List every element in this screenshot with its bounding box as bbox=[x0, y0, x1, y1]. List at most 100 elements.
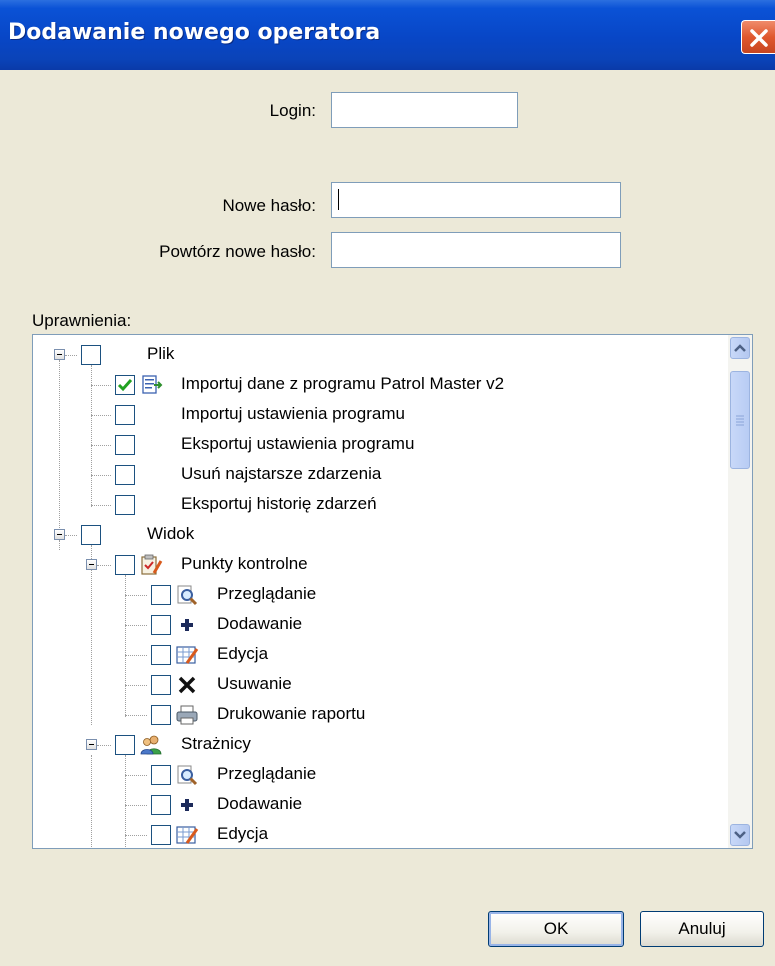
text-caret bbox=[338, 189, 339, 210]
checkbox[interactable] bbox=[151, 795, 171, 815]
tree-line bbox=[91, 415, 111, 416]
close-icon bbox=[750, 29, 768, 47]
printer-icon bbox=[175, 703, 199, 727]
tree-node-cp-delete[interactable]: Usuwanie bbox=[33, 671, 728, 701]
tree-node-guards[interactable]: Strażnicy bbox=[33, 731, 728, 761]
tree-line bbox=[125, 595, 147, 596]
repeat-password-label: Powtórz nowe hasło: bbox=[159, 242, 316, 261]
checkbox[interactable] bbox=[115, 465, 135, 485]
tree-line bbox=[91, 475, 111, 476]
collapse-toggle-icon[interactable] bbox=[54, 349, 65, 360]
login-label: Login: bbox=[269, 101, 316, 120]
checkbox[interactable] bbox=[115, 435, 135, 455]
title-bar: Dodawanie nowego operatora bbox=[0, 0, 775, 70]
tree-node-delete-oldest[interactable]: Usuń najstarsze zdarzenia bbox=[33, 461, 728, 491]
permissions-tree[interactable]: Plik Importuj dane z programu Patrol Mas… bbox=[32, 334, 753, 849]
collapse-toggle-icon[interactable] bbox=[54, 529, 65, 540]
vertical-scrollbar[interactable] bbox=[728, 335, 752, 848]
edit-grid-icon bbox=[175, 823, 199, 847]
tree-node-guards-edit[interactable]: Edycja bbox=[33, 821, 728, 848]
magnifier-icon bbox=[175, 763, 199, 787]
permissions-label: Uprawnienia: bbox=[32, 311, 132, 330]
tree-node-export-history[interactable]: Eksportuj historię zdarzeń bbox=[33, 491, 728, 521]
tree-node-label: Eksportuj historię zdarzeń bbox=[181, 494, 377, 513]
tree-node-label: Plik bbox=[147, 344, 175, 363]
tree-node-label: Importuj ustawienia programu bbox=[181, 404, 405, 423]
delete-x-icon bbox=[175, 673, 199, 697]
tree-node-label: Edycja bbox=[217, 824, 269, 843]
tree-node-cp-edit[interactable]: Edycja bbox=[33, 641, 728, 671]
tree-node-guards-view[interactable]: Przeglądanie bbox=[33, 761, 728, 791]
plus-icon bbox=[175, 613, 199, 637]
new-password-input[interactable] bbox=[331, 182, 621, 218]
tree-line bbox=[97, 565, 111, 566]
checkbox[interactable] bbox=[151, 675, 171, 695]
tree-node-label: Dodawanie bbox=[217, 614, 303, 633]
checkbox[interactable] bbox=[151, 765, 171, 785]
tree-line bbox=[65, 355, 77, 356]
ok-button[interactable]: OK bbox=[488, 911, 624, 947]
tree-node-cp-print[interactable]: Drukowanie raportu bbox=[33, 701, 728, 731]
tree-node-label: Usuń najstarsze zdarzenia bbox=[181, 464, 382, 483]
checkbox[interactable] bbox=[151, 645, 171, 665]
tree-node-export-settings[interactable]: Eksportuj ustawienia programu bbox=[33, 431, 728, 461]
tree-line bbox=[65, 535, 77, 536]
tree-node-label: Drukowanie raportu bbox=[217, 704, 366, 723]
checkbox[interactable] bbox=[151, 705, 171, 725]
checklist-icon bbox=[139, 553, 163, 577]
tree-node-label: Przeglądanie bbox=[217, 584, 317, 603]
tree-line bbox=[125, 775, 147, 776]
checkbox[interactable] bbox=[115, 555, 135, 575]
checkbox[interactable] bbox=[81, 345, 101, 365]
tree-line bbox=[91, 505, 111, 506]
checkbox[interactable] bbox=[151, 825, 171, 845]
users-icon bbox=[139, 733, 163, 757]
checkbox[interactable] bbox=[115, 735, 135, 755]
import-data-icon bbox=[139, 373, 163, 397]
new-password-label: Nowe hasło: bbox=[222, 196, 316, 215]
collapse-toggle-icon[interactable] bbox=[86, 739, 97, 750]
tree-line bbox=[91, 385, 111, 386]
tree-node-label: Dodawanie bbox=[217, 794, 303, 813]
tree-node-checkpoints[interactable]: Punkty kontrolne bbox=[33, 551, 728, 581]
window-title: Dodawanie nowego operatora bbox=[8, 20, 381, 45]
checkmark-icon bbox=[117, 379, 133, 392]
tree-node-guards-add[interactable]: Dodawanie bbox=[33, 791, 728, 821]
checkbox[interactable] bbox=[151, 615, 171, 635]
tree-line bbox=[91, 445, 111, 446]
checkbox-checked[interactable] bbox=[115, 375, 135, 395]
checkbox[interactable] bbox=[115, 405, 135, 425]
tree-line bbox=[125, 625, 147, 626]
tree-line bbox=[125, 685, 147, 686]
checkbox[interactable] bbox=[151, 585, 171, 605]
tree-line bbox=[125, 655, 147, 656]
collapse-toggle-icon[interactable] bbox=[86, 559, 97, 570]
scroll-down-button[interactable] bbox=[730, 824, 750, 846]
tree-node-plik[interactable]: Plik bbox=[33, 341, 728, 371]
tree-node-label: Importuj dane z programu Patrol Master v… bbox=[181, 374, 505, 393]
plus-icon bbox=[175, 793, 199, 817]
tree-node-cp-view[interactable]: Przeglądanie bbox=[33, 581, 728, 611]
tree-node-cp-add[interactable]: Dodawanie bbox=[33, 611, 728, 641]
tree-node-import-data[interactable]: Importuj dane z programu Patrol Master v… bbox=[33, 371, 728, 401]
tree-node-label: Strażnicy bbox=[181, 734, 251, 753]
tree-line bbox=[125, 715, 147, 716]
repeat-password-input[interactable] bbox=[331, 232, 621, 268]
grip-icon bbox=[736, 415, 744, 426]
checkbox[interactable] bbox=[115, 495, 135, 515]
edit-grid-icon bbox=[175, 643, 199, 667]
tree-node-label: Widok bbox=[147, 524, 195, 543]
magnifier-icon bbox=[175, 583, 199, 607]
chevron-up-icon bbox=[734, 344, 746, 352]
checkbox[interactable] bbox=[81, 525, 101, 545]
scroll-thumb[interactable] bbox=[730, 371, 750, 469]
tree-node-label: Przeglądanie bbox=[217, 764, 317, 783]
tree-node-import-settings[interactable]: Importuj ustawienia programu bbox=[33, 401, 728, 431]
tree-node-widok[interactable]: Widok bbox=[33, 521, 728, 551]
close-button[interactable] bbox=[741, 20, 775, 54]
tree-line bbox=[125, 835, 147, 836]
login-input[interactable] bbox=[331, 92, 518, 128]
tree-line bbox=[97, 745, 111, 746]
scroll-up-button[interactable] bbox=[730, 337, 750, 359]
cancel-button[interactable]: Anuluj bbox=[640, 911, 764, 947]
